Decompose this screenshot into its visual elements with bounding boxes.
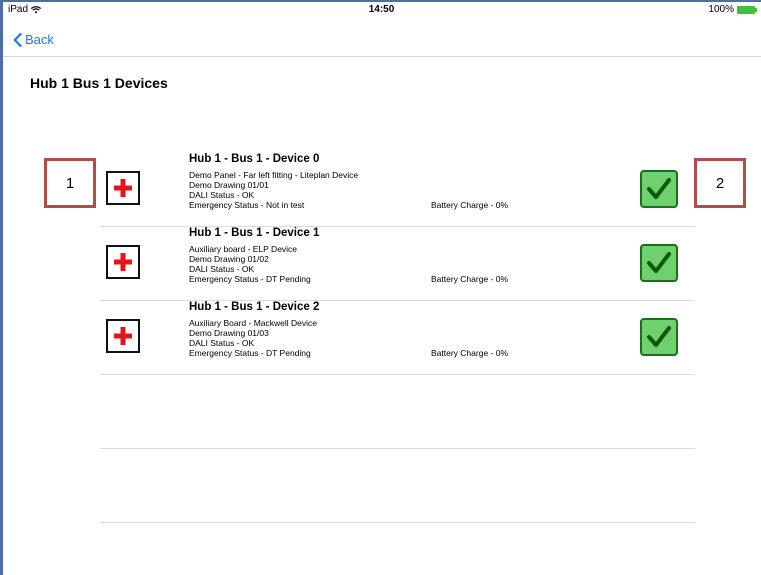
device-title: Hub 1 - Bus 1 - Device 2: [189, 301, 320, 313]
status-time: 14:50: [368, 4, 395, 15]
device-drawing: Demo Drawing 01/01: [189, 180, 269, 190]
dali-status: DALI Status - OK: [189, 264, 255, 274]
device-description: Auxiliary board - ELP Device: [189, 244, 298, 254]
emergency-status: Emergency Status - Not in test: [189, 200, 305, 210]
navigation-bar: Back: [3, 20, 761, 57]
device-row[interactable]: Hub 1 - Bus 1 - Device 0 Demo Panel - Fa…: [100, 153, 695, 227]
window-frame-left: [0, 0, 3, 575]
page-title: Hub 1 Bus 1 Devices: [30, 75, 168, 91]
device-drawing: Demo Drawing 01/03: [189, 328, 269, 338]
status-right: 100%: [708, 4, 757, 15]
back-label: Back: [25, 32, 54, 47]
chevron-left-icon: [13, 32, 22, 47]
checkmark-icon[interactable]: [640, 318, 678, 356]
emergency-status: Emergency Status - DT Pending: [189, 348, 311, 358]
battery-charge: Battery Charge - 0%: [431, 274, 509, 284]
battery-percent: 100%: [708, 4, 734, 15]
device-row[interactable]: Hub 1 - Bus 1 - Device 1 Auxiliary board…: [100, 227, 695, 301]
dali-status: DALI Status - OK: [189, 190, 255, 200]
plus-icon[interactable]: [106, 171, 140, 205]
device-description: Demo Panel - Far left fitting - Liteplan…: [189, 170, 359, 180]
callout-marker-1: 1: [44, 158, 96, 208]
dali-status: DALI Status - OK: [189, 338, 255, 348]
plus-icon[interactable]: [106, 245, 140, 279]
window-frame-top: [0, 0, 761, 2]
battery-charge: Battery Charge - 0%: [431, 348, 509, 358]
device-row[interactable]: Hub 1 - Bus 1 - Device 2 Auxiliary Board…: [100, 301, 695, 375]
battery-charge: Battery Charge - 0%: [431, 200, 509, 210]
device-title: Hub 1 - Bus 1 - Device 1: [189, 227, 320, 239]
back-button[interactable]: Back: [13, 32, 54, 47]
device-title: Hub 1 - Bus 1 - Device 0: [189, 153, 320, 165]
plus-icon[interactable]: [106, 319, 140, 353]
device-description: Auxiliary Board - Mackwell Device: [189, 318, 318, 328]
status-bar: iPad 14:50 100%: [8, 4, 757, 18]
battery-icon: [737, 5, 757, 14]
empty-row: [100, 375, 695, 449]
device-drawing: Demo Drawing 01/02: [189, 254, 269, 264]
callout-marker-2: 2: [694, 158, 746, 208]
empty-row: [100, 449, 695, 523]
emergency-status: Emergency Status - DT Pending: [189, 274, 311, 284]
checkmark-icon[interactable]: [640, 244, 678, 282]
checkmark-icon[interactable]: [640, 170, 678, 208]
